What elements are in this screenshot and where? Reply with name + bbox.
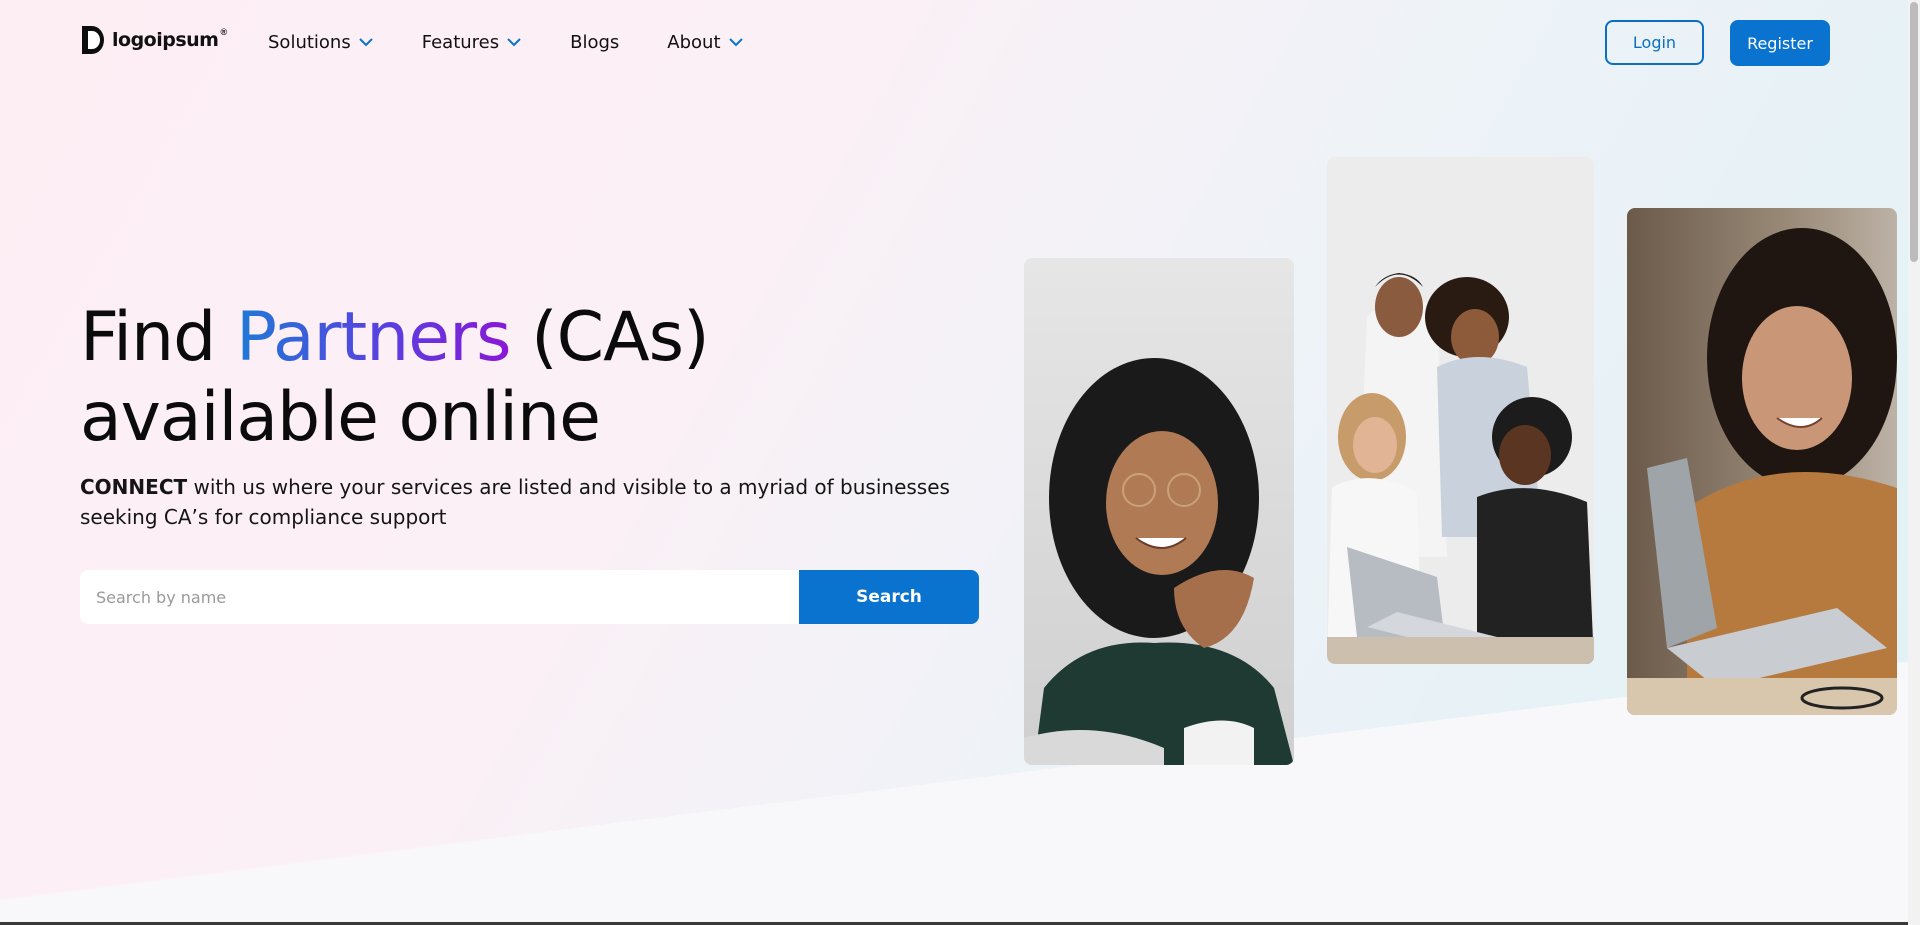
register-button[interactable]: Register: [1730, 20, 1830, 66]
nav-item-about[interactable]: About: [667, 30, 743, 54]
headline-part1: Find: [80, 298, 236, 377]
main-nav: Solutions Features Blogs About: [268, 30, 792, 54]
nav-item-label: Solutions: [268, 31, 351, 53]
hero-subtext: CONNECT with us where your services are …: [80, 472, 960, 532]
brand-logo[interactable]: logoipsum ®: [80, 24, 227, 56]
logo-mark-icon: [82, 26, 104, 54]
chevron-down-icon: [359, 38, 373, 47]
hero-section: Find Partners (CAs) available online CON…: [80, 298, 960, 532]
vertical-scrollbar[interactable]: [1908, 0, 1920, 925]
nav-item-label: About: [667, 31, 721, 53]
search-bar: Search: [80, 570, 979, 624]
search-button[interactable]: Search: [799, 570, 979, 624]
photo-illustration: [1024, 258, 1294, 765]
nav-item-blogs[interactable]: Blogs: [570, 30, 619, 54]
scrollbar-thumb[interactable]: [1910, 2, 1918, 262]
photo-illustration: [1327, 157, 1594, 664]
photo-illustration: [1627, 208, 1897, 715]
team-meeting-laptop-photo: [1327, 157, 1594, 664]
headline-accent: Partners: [235, 298, 512, 377]
nav-item-features[interactable]: Features: [422, 30, 522, 54]
site-header: logoipsum ® Solutions Features Blogs Abo…: [0, 0, 1920, 85]
nav-item-label: Features: [421, 31, 500, 53]
subtext-lead: CONNECT: [80, 475, 188, 499]
brand-name: logoipsum: [112, 29, 219, 51]
subtext-rest: with us where your services are listed a…: [80, 475, 950, 529]
landing-page: logoipsum ® Solutions Features Blogs Abo…: [0, 0, 1920, 925]
login-button[interactable]: Login: [1605, 20, 1704, 65]
chevron-down-icon: [507, 38, 521, 47]
nav-item-label: Blogs: [570, 31, 620, 53]
search-input[interactable]: [80, 570, 799, 624]
nav-item-solutions[interactable]: Solutions: [268, 30, 374, 54]
headline-part2: (CAs): [510, 298, 710, 377]
woman-curly-hair-photo: [1024, 258, 1294, 765]
chevron-down-icon: [728, 38, 743, 47]
headline-line2: available online: [80, 378, 601, 457]
brand-reg-mark: ®: [220, 27, 228, 37]
hero-headline: Find Partners (CAs) available online: [80, 298, 960, 458]
woman-laptop-photo: [1627, 208, 1897, 715]
